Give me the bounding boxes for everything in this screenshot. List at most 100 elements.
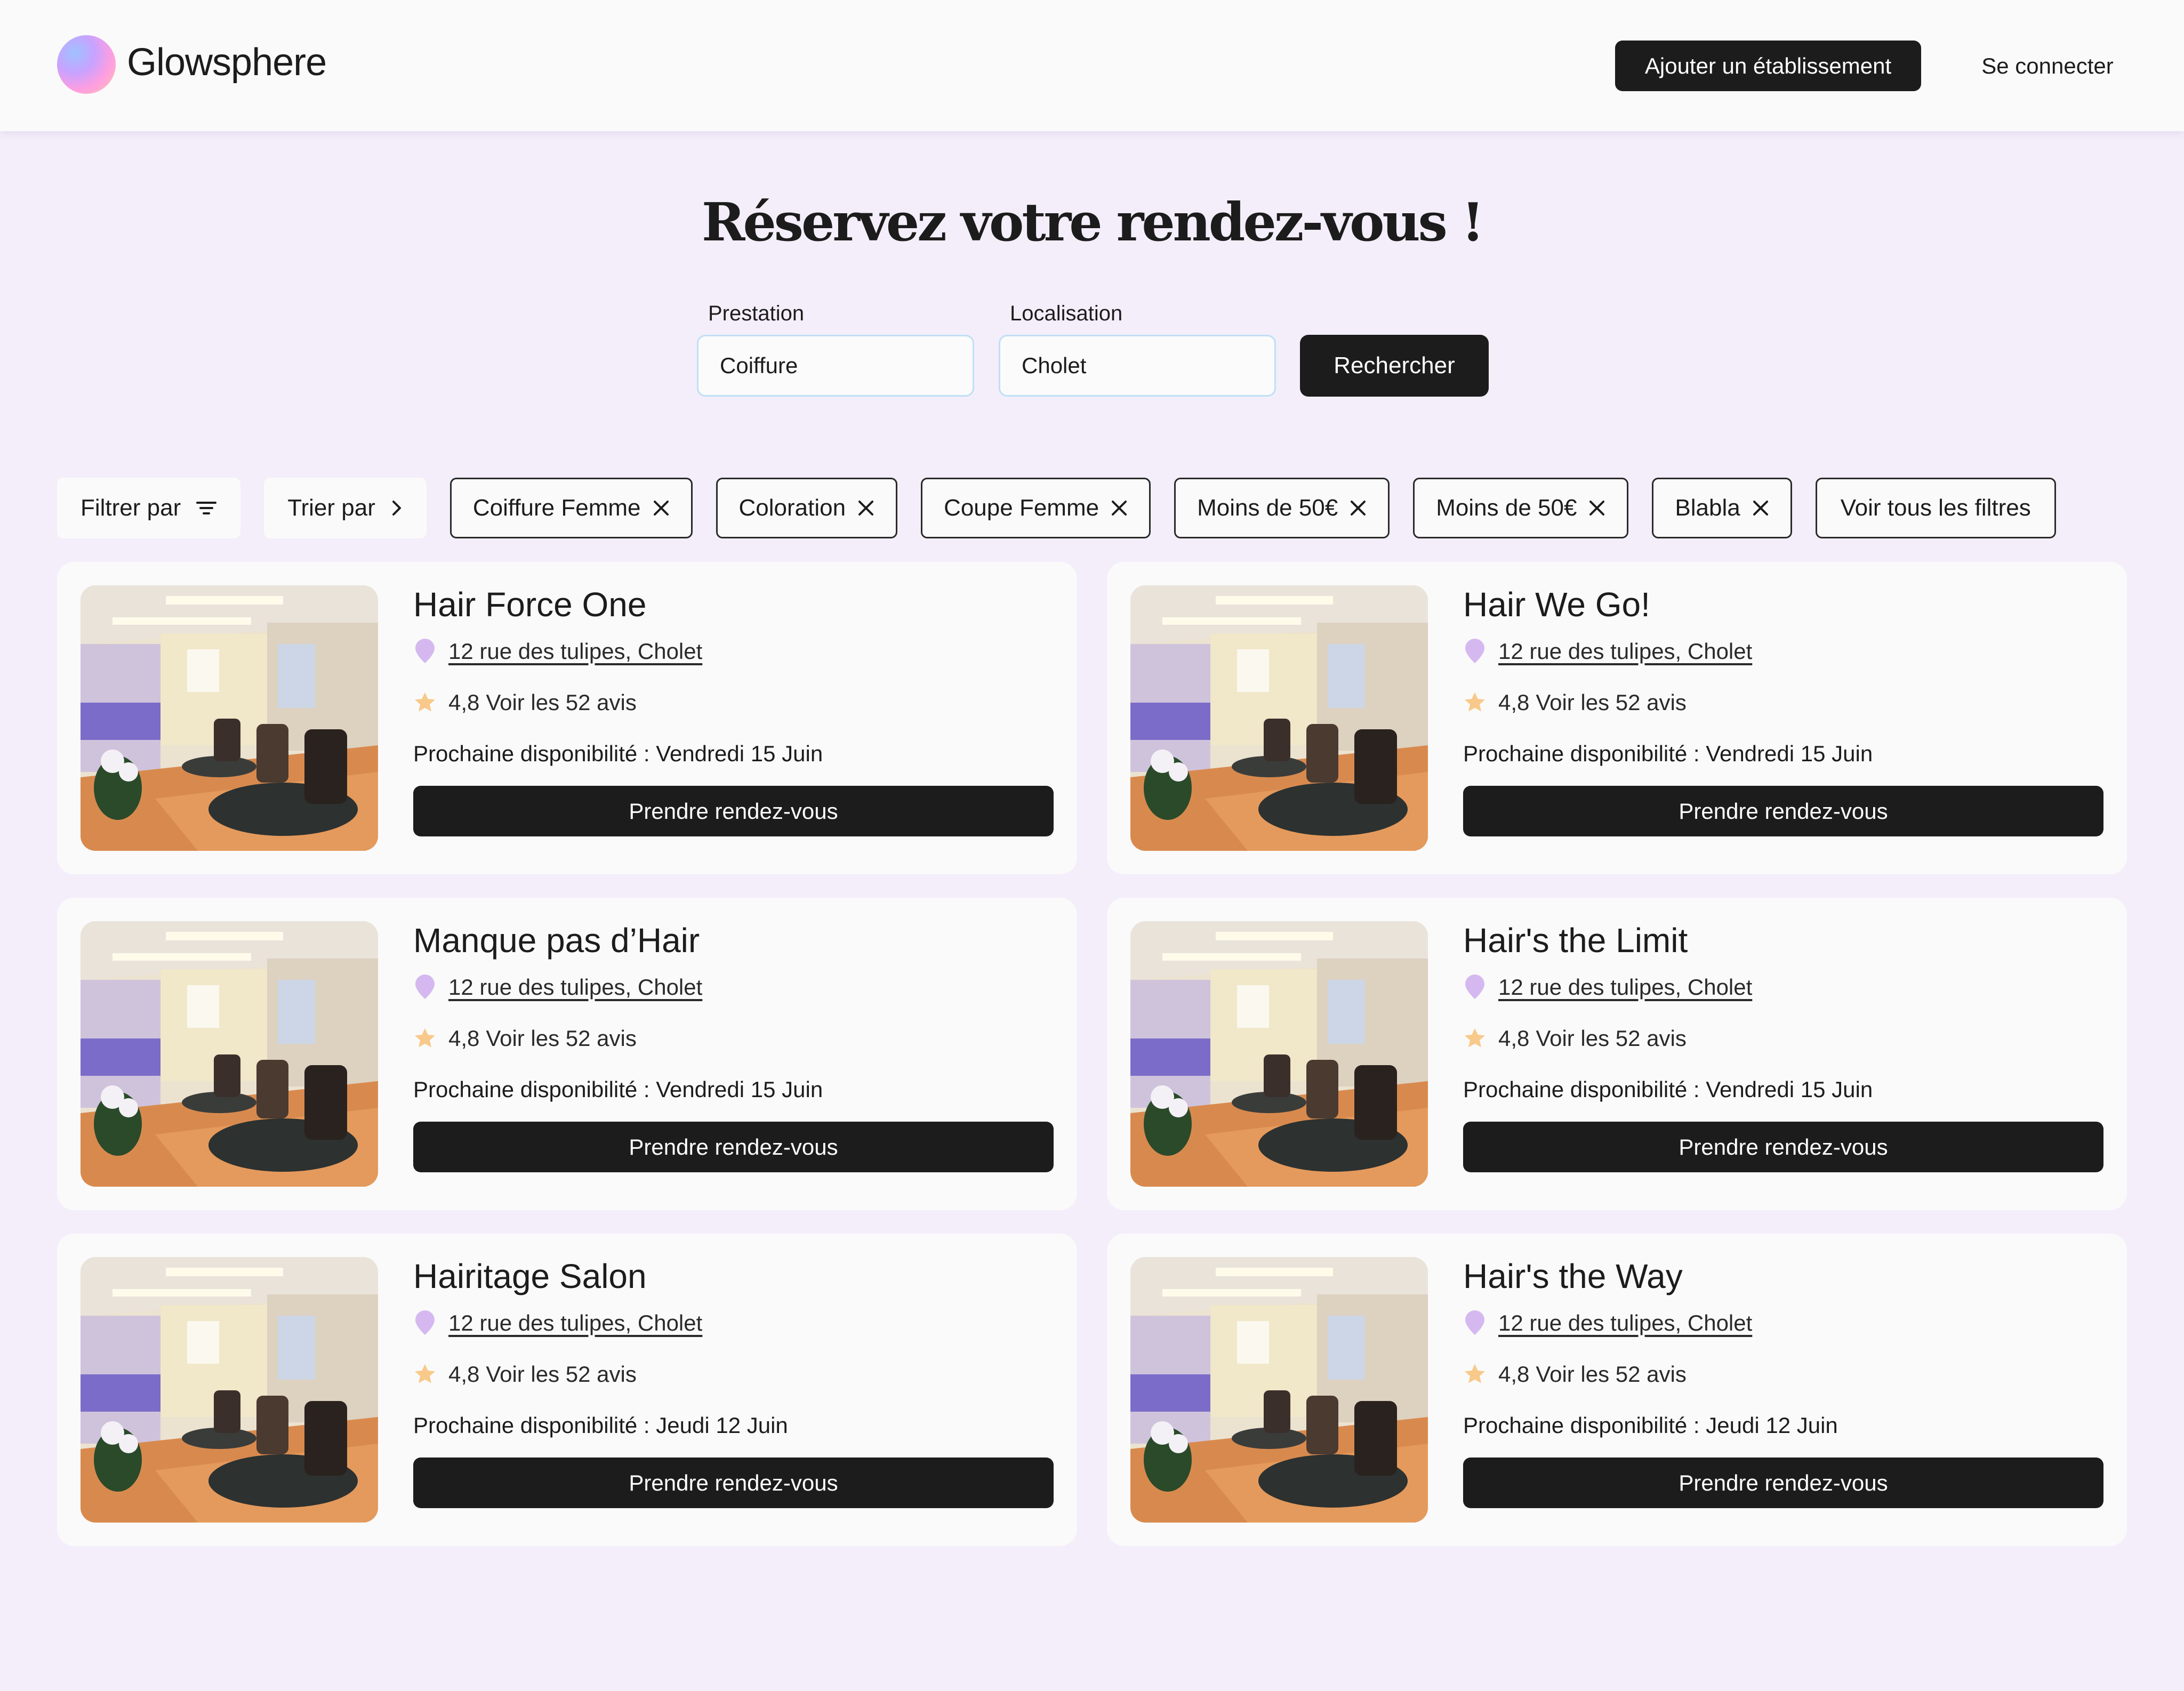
salon-photo[interactable] [81, 585, 378, 851]
filter-chip-label: Coiffure Femme [472, 495, 641, 521]
next-availability: Prochaine disponibilité : Jeudi 12 Juin [1463, 1413, 1838, 1438]
close-icon[interactable] [653, 500, 670, 517]
filter-chip[interactable]: Coloration [716, 478, 898, 538]
filter-chip[interactable]: Coiffure Femme [449, 478, 693, 538]
close-icon[interactable] [1588, 500, 1605, 517]
filter-chip[interactable]: Coupe Femme [921, 478, 1151, 538]
close-icon[interactable] [1752, 500, 1769, 517]
salon-photo[interactable] [81, 921, 378, 1187]
filter-chip[interactable]: Moins de 50€ [1174, 478, 1390, 538]
salon-address-link[interactable]: 12 rue des tulipes, Cholet [448, 639, 702, 664]
add-business-button[interactable]: Ajouter un établissement [1615, 41, 1921, 91]
book-appointment-button[interactable]: Prendre rendez-vous [413, 1458, 1054, 1508]
next-availability: Prochaine disponibilité : Vendredi 15 Ju… [413, 1077, 823, 1102]
filter-chip[interactable]: Blabla [1652, 478, 1792, 538]
salon-card: Hair We Go! 12 rue des tulipes, Cholet 4… [1107, 562, 2127, 874]
filter-chip-label: Coupe Femme [944, 495, 1099, 521]
filter-chip-label: Coloration [738, 495, 846, 521]
star-icon [1463, 1363, 1487, 1386]
chevron-right-icon [390, 498, 403, 518]
salon-address-link[interactable]: 12 rue des tulipes, Cholet [448, 975, 702, 1000]
rating-row: 4,8 Voir les 52 avis [1463, 1024, 2103, 1053]
salon-address-link[interactable]: 12 rue des tulipes, Cholet [1498, 1310, 1752, 1336]
address-row: 12 rue des tulipes, Cholet [1463, 637, 2103, 666]
salon-card: Hair's the Limit 12 rue des tulipes, Cho… [1107, 898, 2127, 1210]
rating-value: 4,8 [448, 1362, 480, 1387]
book-appointment-button[interactable]: Prendre rendez-vous [413, 786, 1054, 836]
reviews-link[interactable]: Voir les 52 avis [486, 690, 636, 715]
filter-by-label: Filtrer par [81, 495, 181, 521]
reviews-link[interactable]: Voir les 52 avis [486, 1362, 636, 1387]
rating-row: 4,8 Voir les 52 avis [1463, 1359, 2103, 1389]
location-pin-icon [413, 1310, 437, 1336]
close-icon[interactable] [1350, 500, 1367, 517]
rating-value: 4,8 [448, 1026, 480, 1051]
filter-chip-label: Blabla [1675, 495, 1740, 521]
salon-photo[interactable] [81, 1257, 378, 1523]
filter-by-button[interactable]: Filtrer par [57, 478, 241, 538]
address-row: 12 rue des tulipes, Cholet [413, 1308, 1054, 1338]
book-appointment-button[interactable]: Prendre rendez-vous [1463, 1122, 2103, 1172]
salon-name[interactable]: Hair's the Limit [1463, 919, 2103, 962]
close-icon[interactable] [1111, 500, 1128, 517]
location-pin-icon [1463, 1310, 1487, 1336]
star-icon [413, 691, 437, 714]
salon-card: Hair's the Way 12 rue des tulipes, Chole… [1107, 1234, 2127, 1546]
sort-by-button[interactable]: Trier par [264, 478, 427, 538]
page-title: Réservez votre rendez-vous ! [702, 192, 1484, 253]
top-bar: Glowsphere Ajouter un établissement Se c… [0, 0, 2184, 131]
close-icon[interactable] [857, 500, 874, 517]
salon-photo[interactable] [1130, 585, 1428, 851]
location-input[interactable] [999, 335, 1276, 397]
salon-name[interactable]: Hairitage Salon [413, 1255, 1054, 1298]
book-appointment-button[interactable]: Prendre rendez-vous [1463, 786, 2103, 836]
address-row: 12 rue des tulipes, Cholet [1463, 972, 2103, 1002]
service-input[interactable] [697, 335, 974, 397]
address-row: 12 rue des tulipes, Cholet [413, 972, 1054, 1002]
next-availability: Prochaine disponibilité : Vendredi 15 Ju… [1463, 741, 1873, 766]
salon-name[interactable]: Hair's the Way [1463, 1255, 2103, 1298]
reviews-link[interactable]: Voir les 52 avis [1536, 690, 1686, 715]
login-button[interactable]: Se connecter [1968, 41, 2127, 91]
salon-card: Manque pas d’Hair 12 rue des tulipes, Ch… [57, 898, 1077, 1210]
sort-by-label: Trier par [287, 495, 375, 521]
filter-chip-label: Moins de 50€ [1197, 495, 1338, 521]
star-icon [1463, 1027, 1487, 1050]
location-pin-icon [1463, 975, 1487, 1000]
reviews-link[interactable]: Voir les 52 avis [1536, 1026, 1686, 1051]
service-label: Prestation [708, 302, 805, 325]
filter-chip[interactable]: Moins de 50€ [1413, 478, 1629, 538]
rating-row: 4,8 Voir les 52 avis [413, 1359, 1054, 1389]
salon-name[interactable]: Manque pas d’Hair [413, 919, 1054, 962]
salon-address-link[interactable]: 12 rue des tulipes, Cholet [1498, 975, 1752, 1000]
book-appointment-button[interactable]: Prendre rendez-vous [1463, 1458, 2103, 1508]
star-icon [413, 1027, 437, 1050]
next-availability: Prochaine disponibilité : Vendredi 15 Ju… [413, 741, 823, 766]
star-icon [413, 1363, 437, 1386]
salon-address-link[interactable]: 12 rue des tulipes, Cholet [448, 1310, 702, 1336]
reviews-link[interactable]: Voir les 52 avis [486, 1026, 636, 1051]
address-row: 12 rue des tulipes, Cholet [413, 637, 1054, 666]
salon-address-link[interactable]: 12 rue des tulipes, Cholet [1498, 639, 1752, 664]
rating-value: 4,8 [1498, 690, 1530, 715]
see-all-filters-button[interactable]: Voir tous les filtres [1815, 478, 2056, 538]
brand-logo-icon[interactable] [57, 35, 116, 94]
book-appointment-button[interactable]: Prendre rendez-vous [413, 1122, 1054, 1172]
search-button[interactable]: Rechercher [1300, 335, 1489, 397]
salon-photo[interactable] [1130, 1257, 1428, 1523]
salon-photo[interactable] [1130, 921, 1428, 1187]
filter-chip-label: Moins de 50€ [1436, 495, 1577, 521]
rating-row: 4,8 Voir les 52 avis [1463, 688, 2103, 718]
next-availability: Prochaine disponibilité : Vendredi 15 Ju… [1463, 1077, 1873, 1102]
location-pin-icon [1463, 639, 1487, 664]
salon-card: Hairitage Salon 12 rue des tulipes, Chol… [57, 1234, 1077, 1546]
star-icon [1463, 691, 1487, 714]
salon-name[interactable]: Hair Force One [413, 583, 1054, 626]
brand-name[interactable]: Glowsphere [127, 41, 327, 84]
rating-row: 4,8 Voir les 52 avis [413, 688, 1054, 718]
rating-value: 4,8 [1498, 1026, 1530, 1051]
rating-row: 4,8 Voir les 52 avis [413, 1024, 1054, 1053]
reviews-link[interactable]: Voir les 52 avis [1536, 1362, 1686, 1387]
salon-name[interactable]: Hair We Go! [1463, 583, 2103, 626]
location-label: Localisation [1010, 302, 1123, 325]
